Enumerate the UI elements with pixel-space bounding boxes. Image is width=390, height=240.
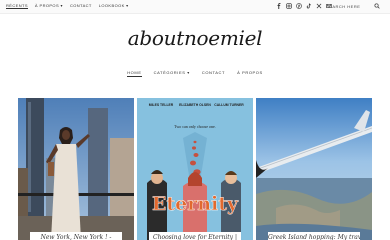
topnav-item-contact[interactable]: CONTACT xyxy=(70,3,92,9)
post-card-greek-islands[interactable]: Greek Island hopping: My travel xyxy=(256,98,372,240)
pinterest-icon[interactable] xyxy=(296,3,302,9)
tiktok-icon[interactable] xyxy=(306,3,312,9)
topnav-item-a-propos[interactable]: À PROPOS ▾ xyxy=(35,3,63,9)
post-card-new-york[interactable]: New York, New York ! - xyxy=(18,98,134,240)
search-field[interactable]: SEARCH HERE xyxy=(326,3,380,10)
top-bar: RÉCENTS À PROPOS ▾ CONTACT LOOKBOOK ▾ SE… xyxy=(0,0,390,14)
poster-title: Eternity xyxy=(152,193,239,215)
post-image-greek-islands[interactable] xyxy=(256,98,372,240)
post-title[interactable]: Choosing love for Eternity | xyxy=(149,232,241,240)
social-icons xyxy=(276,3,332,9)
site-logo[interactable]: aboutnoemiel xyxy=(0,26,390,50)
poster-name-3: CALLUM TURNER xyxy=(214,103,244,107)
poster-tagline: Two can only choose one. xyxy=(174,124,216,129)
topnav-item-recents[interactable]: RÉCENTS xyxy=(6,3,28,9)
post-image-eternity[interactable]: MILES TELLER ELIZABETH OLSEN CALLUM TURN… xyxy=(137,98,253,240)
poster-name-1: MILES TELLER xyxy=(149,103,174,107)
facebook-icon[interactable] xyxy=(276,3,282,9)
topnav-item-lookbook[interactable]: LOOKBOOK ▾ xyxy=(99,3,129,9)
mainnav-item-a-propos[interactable]: À PROPOS xyxy=(237,70,263,77)
post-title[interactable]: New York, New York ! - xyxy=(30,232,122,240)
search-label: SEARCH HERE xyxy=(326,4,361,9)
top-nav: RÉCENTS À PROPOS ▾ CONTACT LOOKBOOK ▾ xyxy=(6,3,129,9)
mainnav-item-home[interactable]: HOME xyxy=(127,70,142,77)
poster-name-2: ELIZABETH OLSEN xyxy=(179,103,211,107)
mainnav-item-categories[interactable]: CATÉGORIES ▾ xyxy=(154,70,190,77)
mainnav-item-contact[interactable]: CONTACT xyxy=(202,70,225,77)
instagram-icon[interactable] xyxy=(286,3,292,9)
post-title[interactable]: Greek Island hopping: My travel xyxy=(268,232,360,240)
search-icon[interactable] xyxy=(374,3,380,9)
post-image-new-york[interactable] xyxy=(18,98,134,240)
twitter-icon[interactable] xyxy=(316,3,322,9)
main-nav: HOME CATÉGORIES ▾ CONTACT À PROPOS xyxy=(0,70,390,77)
post-card-eternity[interactable]: MILES TELLER ELIZABETH OLSEN CALLUM TURN… xyxy=(137,98,253,240)
